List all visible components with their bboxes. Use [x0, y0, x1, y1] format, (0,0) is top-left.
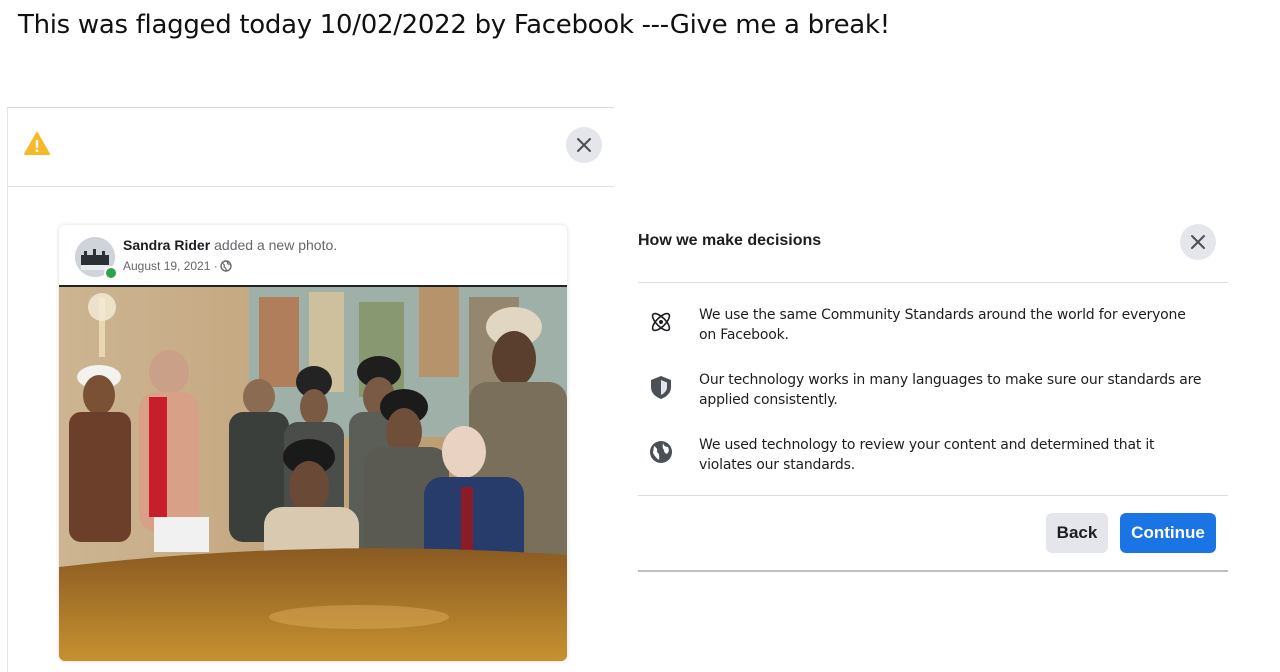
- post-card: Sandra Rider added a new photo. August 19…: [59, 225, 567, 661]
- globe-icon: [650, 441, 672, 463]
- caption-text: This was flagged today 10/02/2022 by Fac…: [18, 10, 890, 40]
- list-item: Our technology works in many languages t…: [638, 370, 1218, 414]
- online-status-dot: [104, 266, 118, 280]
- flag-dialog: Sandra Rider added a new photo. August 19…: [7, 107, 614, 672]
- list-item-text: Our technology works in many languages t…: [699, 372, 1202, 408]
- list-item: We used technology to review your conten…: [638, 435, 1218, 479]
- post-meta: August 19, 2021 ·: [123, 259, 232, 273]
- divider: [638, 495, 1228, 496]
- shield-icon: [651, 376, 671, 399]
- warning-triangle-icon: [24, 132, 50, 155]
- atom-icon: [651, 312, 671, 332]
- post-header: Sandra Rider added a new photo. August 19…: [59, 225, 567, 285]
- globe-icon: [220, 260, 232, 272]
- post-photo[interactable]: [59, 285, 567, 661]
- continue-button[interactable]: Continue: [1120, 513, 1216, 553]
- back-button[interactable]: Back: [1046, 513, 1108, 553]
- divider: [638, 570, 1228, 572]
- dialog-title: How we make decisions: [638, 232, 822, 249]
- list-item: We use the same Community Standards arou…: [638, 305, 1218, 349]
- post-action: added a new photo.: [214, 237, 338, 253]
- divider: [638, 282, 1228, 283]
- dialog-header: [8, 108, 614, 187]
- close-button[interactable]: [566, 127, 602, 163]
- author-name[interactable]: Sandra Rider: [123, 237, 210, 253]
- close-button[interactable]: [1180, 224, 1216, 260]
- post-date[interactable]: August 19, 2021 ·: [123, 259, 218, 273]
- decisions-dialog: How we make decisions We use the same Co…: [626, 210, 1228, 572]
- close-icon: [1191, 235, 1205, 249]
- list-item-text: We used technology to review your conten…: [699, 437, 1155, 473]
- close-icon: [577, 138, 591, 152]
- post-author-line: Sandra Rider added a new photo.: [123, 237, 337, 253]
- list-item-text: We use the same Community Standards arou…: [699, 307, 1186, 343]
